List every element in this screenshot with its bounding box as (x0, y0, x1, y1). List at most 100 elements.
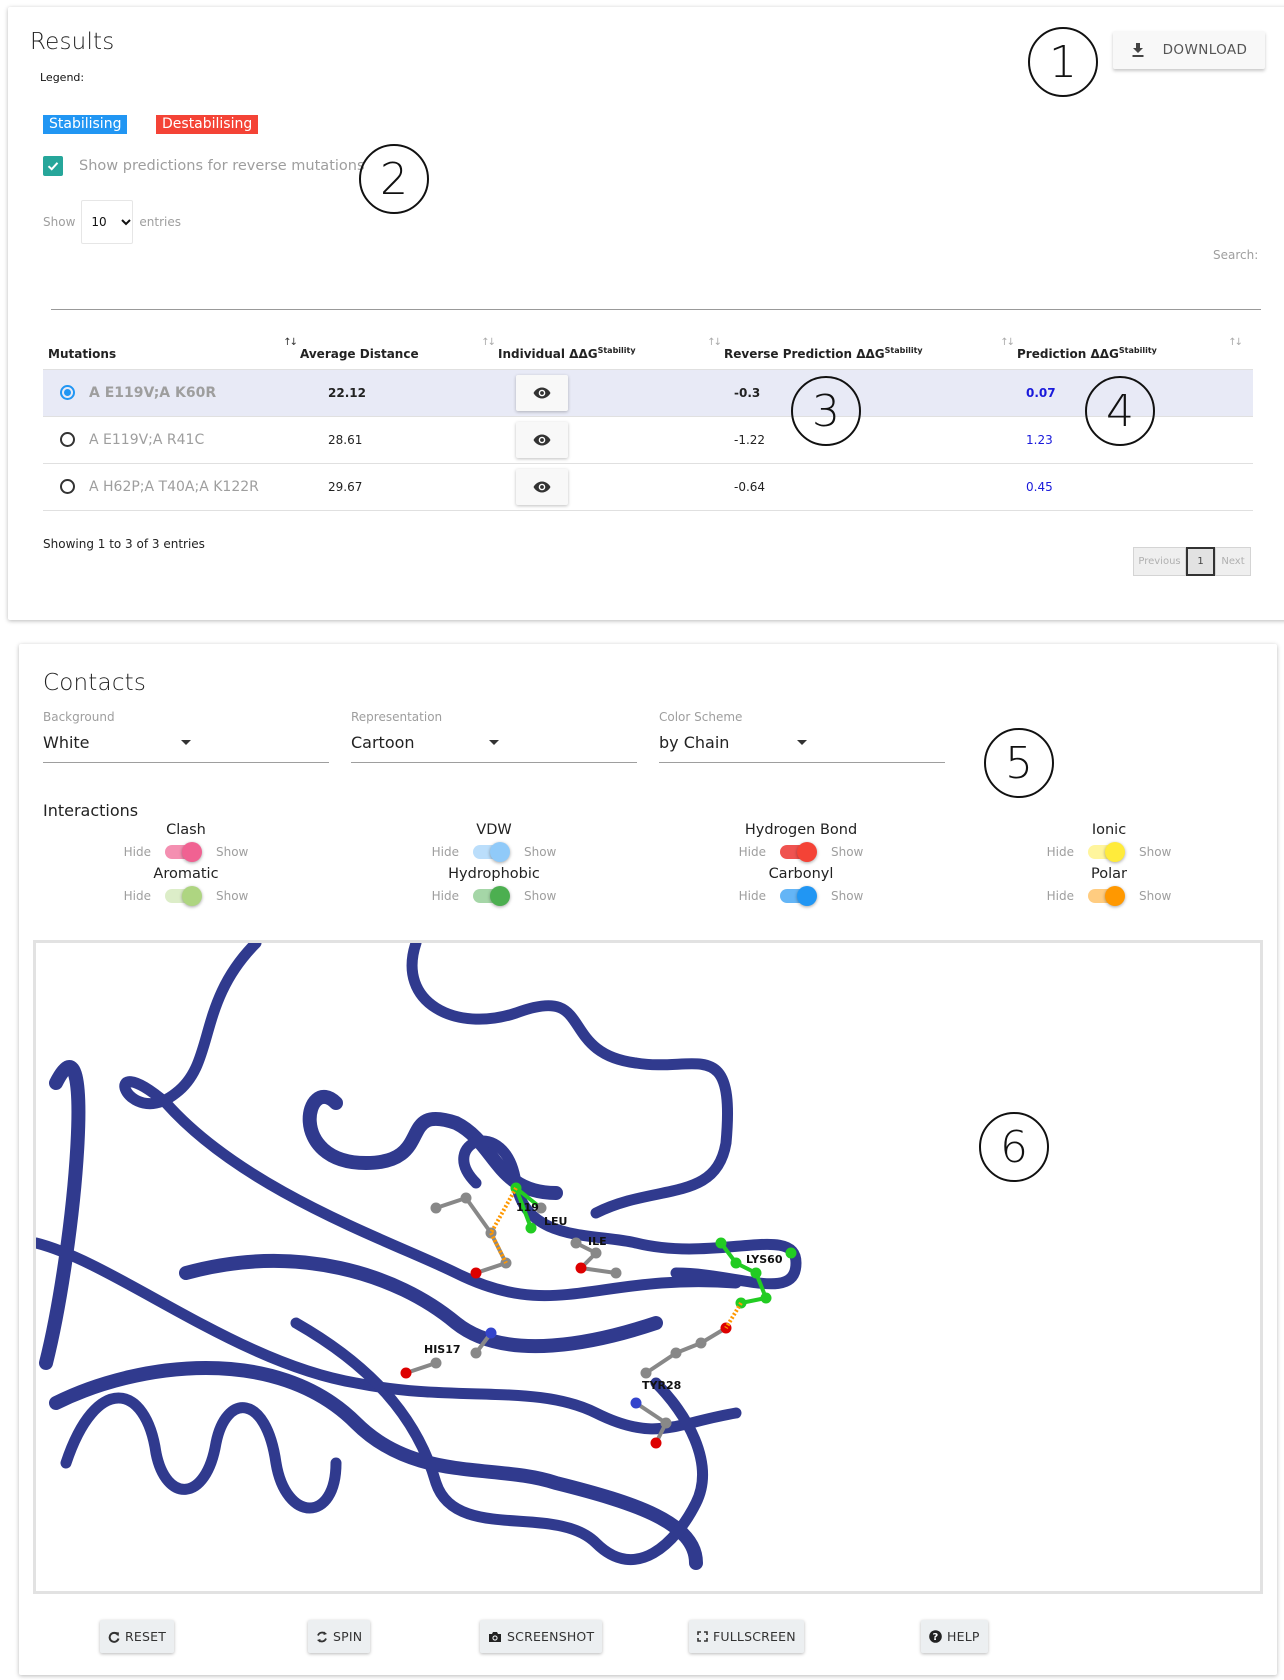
molecule-viewer-canvas[interactable]: LYS60 TYR28 HIS17 LEU ILE 119 (33, 940, 1263, 1594)
fullscreen-icon (697, 1631, 708, 1642)
column-header-reverse-prediction[interactable]: Reverse Prediction ΔΔGStability ↑↓ (724, 327, 1017, 370)
eye-icon (533, 434, 551, 445)
toggle-switch[interactable] (779, 842, 817, 862)
view-individual-ddg-button[interactable] (516, 374, 568, 411)
background-select[interactable]: Background White (43, 710, 329, 763)
view-individual-ddg-button[interactable] (516, 468, 568, 505)
show-label: Show (1138, 889, 1172, 903)
entries-per-page-value: 10 (91, 215, 107, 229)
protein-ribbon (290, 1317, 708, 1566)
table-row[interactable]: A E119V;A K60R 22.12 -0.3 0.07 (43, 369, 1253, 417)
toggle-switch[interactable] (164, 842, 202, 862)
page-1-button[interactable]: 1 (1186, 547, 1215, 576)
color-scheme-select[interactable]: Color Scheme by Chain (659, 710, 945, 763)
toggle-switch[interactable] (1087, 842, 1125, 862)
pagination: Previous 1 Next (1133, 547, 1251, 576)
annotation-marker-4: 4 (1085, 376, 1155, 446)
toggle-label: Hydrophobic (448, 866, 540, 882)
reset-icon (108, 1631, 120, 1643)
toggle-switch[interactable] (472, 842, 510, 862)
screenshot-label: SCREENSHOT (507, 1629, 595, 1644)
atom (430, 1202, 442, 1214)
checkbox-checked-icon[interactable] (43, 156, 63, 176)
download-button[interactable]: DOWNLOAD (1113, 31, 1265, 69)
table-row[interactable]: A H62P;A T40A;A K122R 29.67 -0.64 0.45 (43, 463, 1253, 511)
row-radio-selected[interactable] (60, 385, 75, 400)
dropdown-caret-icon (797, 739, 807, 745)
sort-icon: ↑↓ (1228, 337, 1243, 348)
hide-label: Hide (123, 889, 151, 903)
atom (460, 1192, 472, 1204)
column-header-prediction[interactable]: Prediction ΔΔGStability ↑↓ (1017, 327, 1253, 370)
results-table: Mutations ↑↓ Average Distance ↑↓ Individ… (43, 327, 1253, 511)
toggle-switch[interactable] (164, 886, 202, 906)
background-label: Background (43, 710, 115, 724)
show-label: Show (215, 845, 249, 859)
column-header-mutations[interactable]: Mutations ↑↓ (43, 327, 300, 370)
column-label: Prediction ΔΔG (1017, 346, 1119, 361)
toggle-aromatic: Aromatic Hide Show (66, 864, 306, 908)
fullscreen-button[interactable]: FULLSCREEN (689, 1620, 804, 1653)
atom (650, 1437, 662, 1449)
atom (525, 1222, 537, 1234)
toggle-switch[interactable] (779, 886, 817, 906)
annotation-marker-1: 1 (1028, 27, 1098, 97)
sort-icon: ↑↓ (707, 337, 722, 348)
contacts-title: Contacts (43, 670, 147, 696)
row-radio[interactable] (60, 432, 75, 447)
hide-label: Hide (431, 845, 459, 859)
column-header-average-distance[interactable]: Average Distance ↑↓ (300, 327, 498, 370)
hide-label: Hide (738, 889, 766, 903)
atom-bond (464, 1196, 493, 1235)
entries-length-control: Show 10 entries (43, 200, 181, 244)
show-label: Show (523, 845, 557, 859)
protein-ribbon (60, 1392, 342, 1514)
hide-label: Hide (738, 845, 766, 859)
representation-select[interactable]: Representation Cartoon (351, 710, 637, 763)
download-label: DOWNLOAD (1162, 42, 1248, 58)
switch-knob[interactable] (796, 886, 817, 906)
atom (485, 1327, 497, 1339)
protein-structure-render[interactable]: LYS60 TYR28 HIS17 LEU ILE 119 (36, 943, 1260, 1591)
toggle-label: Ionic (1091, 822, 1127, 838)
row-radio[interactable] (60, 479, 75, 494)
fullscreen-label: FULLSCREEN (713, 1629, 796, 1644)
entries-label: entries (139, 215, 181, 229)
column-header-individual-ddg[interactable]: Individual ΔΔGStability ↑↓ (498, 327, 724, 370)
entries-per-page-select[interactable]: 10 (81, 200, 134, 244)
help-button[interactable]: ? HELP (921, 1620, 988, 1653)
legend-stabilising: Stabilising (43, 115, 128, 134)
switch-knob[interactable] (796, 842, 817, 862)
toggle-label: Carbonyl (768, 866, 834, 882)
switch-knob[interactable] (1104, 842, 1125, 862)
screenshot-button[interactable]: SCREENSHOT (480, 1620, 603, 1653)
table-info: Showing 1 to 3 of 3 entries (43, 537, 205, 551)
previous-page-button[interactable]: Previous (1133, 547, 1186, 576)
reset-button[interactable]: RESET (100, 1620, 175, 1653)
select-underline (351, 762, 637, 763)
column-label: Average Distance (300, 346, 419, 361)
switch-knob[interactable] (489, 842, 510, 862)
show-label: Show (830, 845, 864, 859)
toggle-switch[interactable] (472, 886, 510, 906)
toggle-clash: Clash Hide Show (66, 820, 306, 864)
download-icon (1132, 43, 1144, 57)
switch-knob[interactable] (489, 886, 510, 906)
results-title: Results (30, 29, 115, 55)
switch-knob[interactable] (181, 842, 202, 862)
next-page-button[interactable]: Next (1215, 547, 1251, 576)
toggle-switch[interactable] (1087, 886, 1125, 906)
hide-label: Hide (431, 889, 459, 903)
spin-button[interactable]: SPIN (308, 1620, 371, 1653)
switch-knob[interactable] (1104, 886, 1125, 906)
legend-destabilising: Destabilising (156, 115, 259, 134)
table-row[interactable]: A E119V;A R41C 28.61 -1.22 1.23 (43, 416, 1253, 464)
switch-knob[interactable] (181, 886, 202, 906)
protein-ribbon (49, 1361, 703, 1570)
view-individual-ddg-button[interactable] (516, 421, 568, 458)
reverse-mutations-checkbox[interactable]: Show predictions for reverse mutations (43, 156, 365, 176)
atom (575, 1262, 587, 1274)
eye-icon (533, 387, 551, 398)
atom (640, 1367, 652, 1379)
column-label: Individual ΔΔG (498, 346, 598, 361)
